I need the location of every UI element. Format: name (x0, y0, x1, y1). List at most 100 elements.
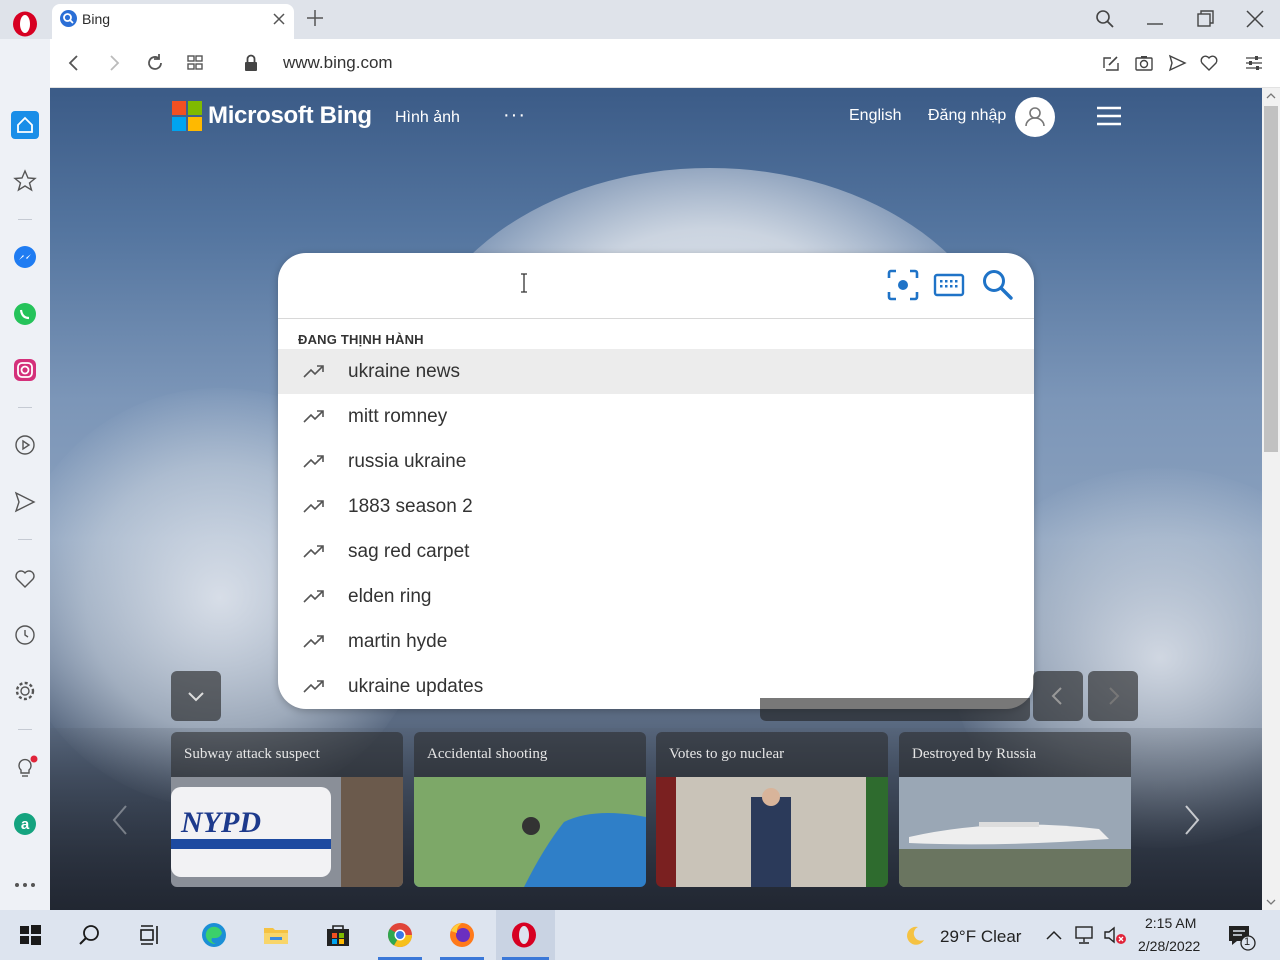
volume-muted-icon[interactable] (1102, 924, 1128, 946)
tab-search-icon[interactable] (1094, 8, 1116, 30)
network-icon[interactable] (1073, 924, 1097, 946)
notification-center-button[interactable]: 1 (1226, 922, 1256, 952)
suggestion-text: ukraine news (348, 361, 460, 382)
suggestion-item[interactable]: elden ring (278, 574, 1034, 619)
collapse-feed-button[interactable] (171, 671, 221, 721)
language-link[interactable]: English (849, 107, 901, 125)
start-button[interactable] (2, 910, 58, 960)
bing-favicon-icon (60, 10, 77, 27)
forward-icon[interactable] (103, 52, 125, 74)
home-icon[interactable] (11, 111, 39, 139)
scroll-down-icon[interactable] (1262, 894, 1280, 910)
close-window-icon[interactable] (1244, 8, 1266, 30)
suggestion-item[interactable]: ukraine news (278, 349, 1034, 394)
news-card-title: Accidental shooting (427, 746, 548, 762)
weather-text[interactable]: 29°F Clear (940, 927, 1021, 947)
sidebar-divider (18, 407, 32, 408)
cards-next-arrow-icon[interactable] (1180, 800, 1204, 840)
bing-brand-link[interactable]: Microsoft Bing (208, 102, 372, 130)
news-card-image (656, 777, 888, 887)
svg-text:a: a (21, 816, 30, 833)
clock-date[interactable]: 2/28/2022 (1138, 938, 1200, 954)
taskbar-opera-button[interactable] (496, 910, 555, 960)
suggestion-item[interactable]: 1883 season 2 (278, 484, 1034, 529)
suggestion-item[interactable]: martin hyde (278, 619, 1034, 664)
keyboard-icon[interactable] (933, 270, 965, 300)
notification-count: 1 (1244, 936, 1251, 948)
back-icon[interactable] (63, 52, 85, 74)
sign-in-link[interactable]: Đăng nhập (928, 107, 1006, 125)
trending-arrow-icon (302, 496, 326, 516)
taskbar-explorer-button[interactable] (248, 910, 304, 960)
search-icon (79, 925, 99, 945)
taskbar-chrome-button[interactable] (372, 910, 428, 960)
trending-arrow-icon (302, 586, 326, 606)
aria-icon[interactable]: a (12, 811, 38, 837)
history-clock-icon[interactable] (12, 622, 38, 648)
image-info-bar[interactable] (760, 698, 1030, 721)
more-sidebar-icon[interactable] (12, 872, 38, 898)
suggestion-item[interactable]: russia ukraine (278, 439, 1034, 484)
moon-weather-icon[interactable] (903, 924, 927, 948)
scroll-thumb[interactable] (1264, 106, 1278, 452)
suggestion-item[interactable]: sag red carpet (278, 529, 1034, 574)
user-avatar-icon[interactable] (1015, 97, 1055, 137)
new-tab-plus-icon[interactable] (305, 8, 325, 28)
bookmarks-star-icon[interactable] (12, 168, 38, 194)
restore-icon[interactable] (1194, 8, 1216, 30)
tips-lightbulb-icon[interactable] (12, 754, 38, 780)
trending-arrow-icon (302, 406, 326, 426)
reload-icon[interactable] (144, 52, 166, 74)
page-scrollbar[interactable] (1262, 88, 1280, 910)
lock-icon[interactable] (240, 52, 262, 74)
instagram-icon[interactable] (12, 357, 38, 383)
nav-images-link[interactable]: Hình ảnh (395, 109, 460, 127)
chrome-icon (387, 923, 412, 948)
taskbar-search-button[interactable] (62, 910, 118, 960)
search-submit-icon[interactable] (980, 267, 1014, 301)
news-card[interactable]: Subway attack suspect NYPD (171, 732, 403, 887)
snapshot-camera-icon[interactable] (1134, 53, 1154, 73)
chevron-up-icon[interactable] (1044, 927, 1064, 943)
opera-sidebar: a (0, 39, 50, 910)
minimize-icon[interactable] (1144, 8, 1166, 30)
taskbar-edge-button[interactable] (186, 910, 242, 960)
trending-arrow-icon (302, 361, 326, 381)
nav-more-button[interactable]: ··· (503, 104, 526, 127)
settings-sliders-icon[interactable] (1244, 53, 1264, 73)
browser-tab-bing[interactable]: Bing (52, 4, 294, 39)
search-input[interactable] (298, 269, 858, 305)
taskbar-firefox-button[interactable] (434, 910, 490, 960)
messenger-icon[interactable] (12, 244, 38, 270)
scroll-up-icon[interactable] (1262, 88, 1280, 104)
next-image-button[interactable] (1088, 671, 1138, 721)
hamburger-menu-icon[interactable] (1096, 105, 1122, 127)
send-icon[interactable] (1167, 53, 1187, 73)
heart-icon[interactable] (1199, 53, 1219, 73)
news-card[interactable]: Destroyed by Russia (899, 732, 1131, 887)
opera-menu-icon[interactable] (11, 10, 39, 38)
clock-time[interactable]: 2:15 AM (1145, 915, 1196, 931)
player-icon[interactable] (12, 432, 38, 458)
tabs-overview-icon[interactable] (184, 52, 206, 74)
cards-previous-arrow-icon[interactable] (108, 800, 132, 840)
easy-setup-icon[interactable] (1101, 53, 1121, 73)
sidebar-divider (18, 219, 32, 220)
news-card[interactable]: Votes to go nuclear (656, 732, 888, 887)
text-cursor-icon (518, 273, 530, 293)
my-flow-send-icon[interactable] (12, 489, 38, 515)
news-card[interactable]: Accidental shooting (414, 732, 646, 887)
settings-gear-icon[interactable] (12, 678, 38, 704)
close-tab-icon[interactable] (270, 10, 288, 28)
previous-image-button[interactable] (1033, 671, 1083, 721)
visual-search-icon[interactable] (886, 268, 920, 302)
task-view-button[interactable] (122, 910, 178, 960)
whatsapp-icon[interactable] (12, 301, 38, 327)
url-field[interactable]: www.bing.com (283, 53, 393, 73)
trending-arrow-icon (302, 451, 326, 471)
personal-news-heart-icon[interactable] (12, 566, 38, 592)
firefox-icon (450, 923, 474, 947)
microsoft-logo-icon[interactable] (172, 101, 202, 131)
taskbar-store-button[interactable] (310, 910, 366, 960)
suggestion-item[interactable]: mitt romney (278, 394, 1034, 439)
